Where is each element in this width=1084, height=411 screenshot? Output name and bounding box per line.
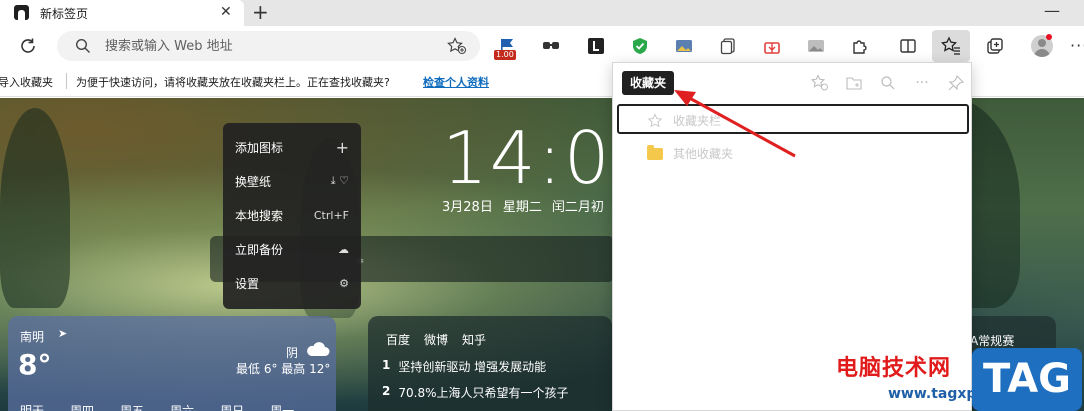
new-tab-button[interactable]: + xyxy=(252,1,269,23)
weather-forecast-days: 明天 周四 周五 周六 周日 周一 xyxy=(20,402,294,411)
location-arrow-icon: ➤ xyxy=(58,327,68,340)
news-rank: 2 xyxy=(382,384,391,398)
hot-news-card: 百度 微博 知乎 1 坚持创新驱动 增强发展动能 2 70.8%上海人只希望有一… xyxy=(368,316,612,411)
menu-item-label: 设置 xyxy=(235,276,260,291)
tab-favicon-icon xyxy=(14,5,29,20)
menu-item-label: 本地搜索 xyxy=(235,208,284,223)
watermark-logo: TAG xyxy=(972,348,1082,411)
extension-l-icon[interactable] xyxy=(586,36,606,56)
extension-badge: 1.00 xyxy=(494,50,516,60)
search-icon xyxy=(75,38,90,53)
address-input[interactable] xyxy=(105,31,435,61)
menu-item-label: 添加图标 xyxy=(235,140,284,155)
watermark-site: 电脑技术网 xyxy=(836,356,952,381)
favorites-bar-message: 为便于快速访问，请将收藏夹放在收藏夹栏上。正在查找收藏夹? xyxy=(76,76,390,89)
context-menu: 添加图标 + 换壁纸 ⤓ ♡ 本地搜索 Ctrl+F 立即备份 ☁ 设置 ⚙ xyxy=(223,123,361,309)
weather-range: 最低 6° 最高 12° xyxy=(236,362,331,376)
add-favorite-icon[interactable] xyxy=(447,37,467,55)
add-page-favorite-icon[interactable] xyxy=(809,73,831,93)
favorites-bar-divider xyxy=(66,73,67,89)
download-heart-icon: ⤓ ♡ xyxy=(330,174,349,187)
lunar-date-text: 闰二月初 xyxy=(551,200,604,215)
weather-city: 南明 xyxy=(20,330,45,344)
clock-date: 3月28日 星期二 闰二月初 xyxy=(442,196,604,215)
tab-zhihu[interactable]: 知乎 xyxy=(462,331,486,348)
menu-item-label: 立即备份 xyxy=(235,242,284,257)
split-screen-icon[interactable] xyxy=(898,36,918,56)
more-options-icon[interactable]: ··· xyxy=(911,73,933,93)
date-text: 3月28日 xyxy=(442,200,493,215)
refresh-icon[interactable] xyxy=(18,36,38,56)
news-item[interactable]: 2 70.8%上海人只希望有一个孩子 xyxy=(382,384,568,401)
tab-title: 新标签页 xyxy=(40,7,89,21)
weather-condition: 阴 xyxy=(286,346,299,360)
cloud-icon: ☁ xyxy=(338,242,349,256)
extensions-puzzle-icon[interactable] xyxy=(850,36,870,56)
more-menu-icon[interactable]: ··· xyxy=(1070,36,1084,55)
menu-item-local-search[interactable]: 本地搜索 Ctrl+F xyxy=(223,198,361,232)
cloud-icon xyxy=(307,342,330,356)
forecast-day: 周四 xyxy=(70,404,95,411)
weather-temperature: 8° xyxy=(18,348,52,381)
weather-card[interactable]: 南明 ➤ 8° 阴 最低 6° 最高 12° 明天 周四 周五 周六 周日 周一 xyxy=(8,316,336,411)
annotation-arrow-icon xyxy=(674,90,796,158)
menu-item-backup-now[interactable]: 立即备份 ☁ xyxy=(223,232,361,266)
extension-photo-icon[interactable] xyxy=(806,36,826,56)
forecast-day: 周六 xyxy=(170,404,195,411)
shortcut-text: Ctrl+F xyxy=(313,208,349,222)
collections-icon[interactable] xyxy=(985,36,1005,56)
extension-copy-icon[interactable] xyxy=(718,36,738,56)
tab-strip: 新标签页 ✕ + — xyxy=(0,0,1084,26)
menu-item-label: 换壁纸 xyxy=(235,174,272,189)
news-title: 70.8%上海人只希望有一个孩子 xyxy=(398,386,569,400)
search-favorites-icon[interactable] xyxy=(877,73,899,93)
tab-new-tab[interactable]: 新标签页 ✕ xyxy=(0,0,244,26)
extension-shield-icon[interactable] xyxy=(630,36,650,56)
forecast-day: 周日 xyxy=(220,404,245,411)
forecast-day: 明天 xyxy=(20,404,45,411)
menu-item-add-icon[interactable]: 添加图标 + xyxy=(223,130,361,164)
news-tabs: 百度 微博 知乎 xyxy=(386,331,486,348)
news-title: 坚持创新驱动 增强发展动能 xyxy=(398,360,547,374)
menu-item-settings[interactable]: 设置 ⚙ xyxy=(223,266,361,300)
gear-icon: ⚙ xyxy=(339,276,349,290)
pin-icon[interactable] xyxy=(945,73,967,93)
favorites-panel-toolbar: ··· xyxy=(809,73,967,93)
check-profile-link[interactable]: 检查个人资料 xyxy=(423,74,489,90)
address-bar[interactable] xyxy=(57,31,480,61)
menu-item-change-wallpaper[interactable]: 换壁纸 ⤓ ♡ xyxy=(223,164,361,198)
minimize-button[interactable]: — xyxy=(1044,1,1060,20)
tab-close-button[interactable]: ✕ xyxy=(220,4,232,20)
extension-gift-icon[interactable] xyxy=(762,36,782,56)
extension-image-icon[interactable] xyxy=(674,36,694,56)
notification-dot xyxy=(1046,34,1052,40)
news-rank: 1 xyxy=(382,358,391,372)
tab-baidu[interactable]: 百度 xyxy=(386,331,410,348)
add-folder-icon[interactable] xyxy=(843,73,865,93)
tab-weibo[interactable]: 微博 xyxy=(424,331,448,348)
toolbar: 1.00 ··· xyxy=(0,26,1084,66)
forecast-day: 周一 xyxy=(270,404,295,411)
forecast-day: 周五 xyxy=(120,404,145,411)
import-favorites-button[interactable]: 导入收藏夹 xyxy=(0,74,53,90)
favorites-star-icon xyxy=(941,36,961,56)
plus-icon: + xyxy=(335,137,349,157)
extension-glasses-icon[interactable] xyxy=(541,36,561,56)
news-item[interactable]: 1 坚持创新驱动 增强发展动能 xyxy=(382,358,546,375)
weekday-text: 星期二 xyxy=(502,200,542,215)
sports-card-title: A常规赛 xyxy=(970,334,1015,348)
